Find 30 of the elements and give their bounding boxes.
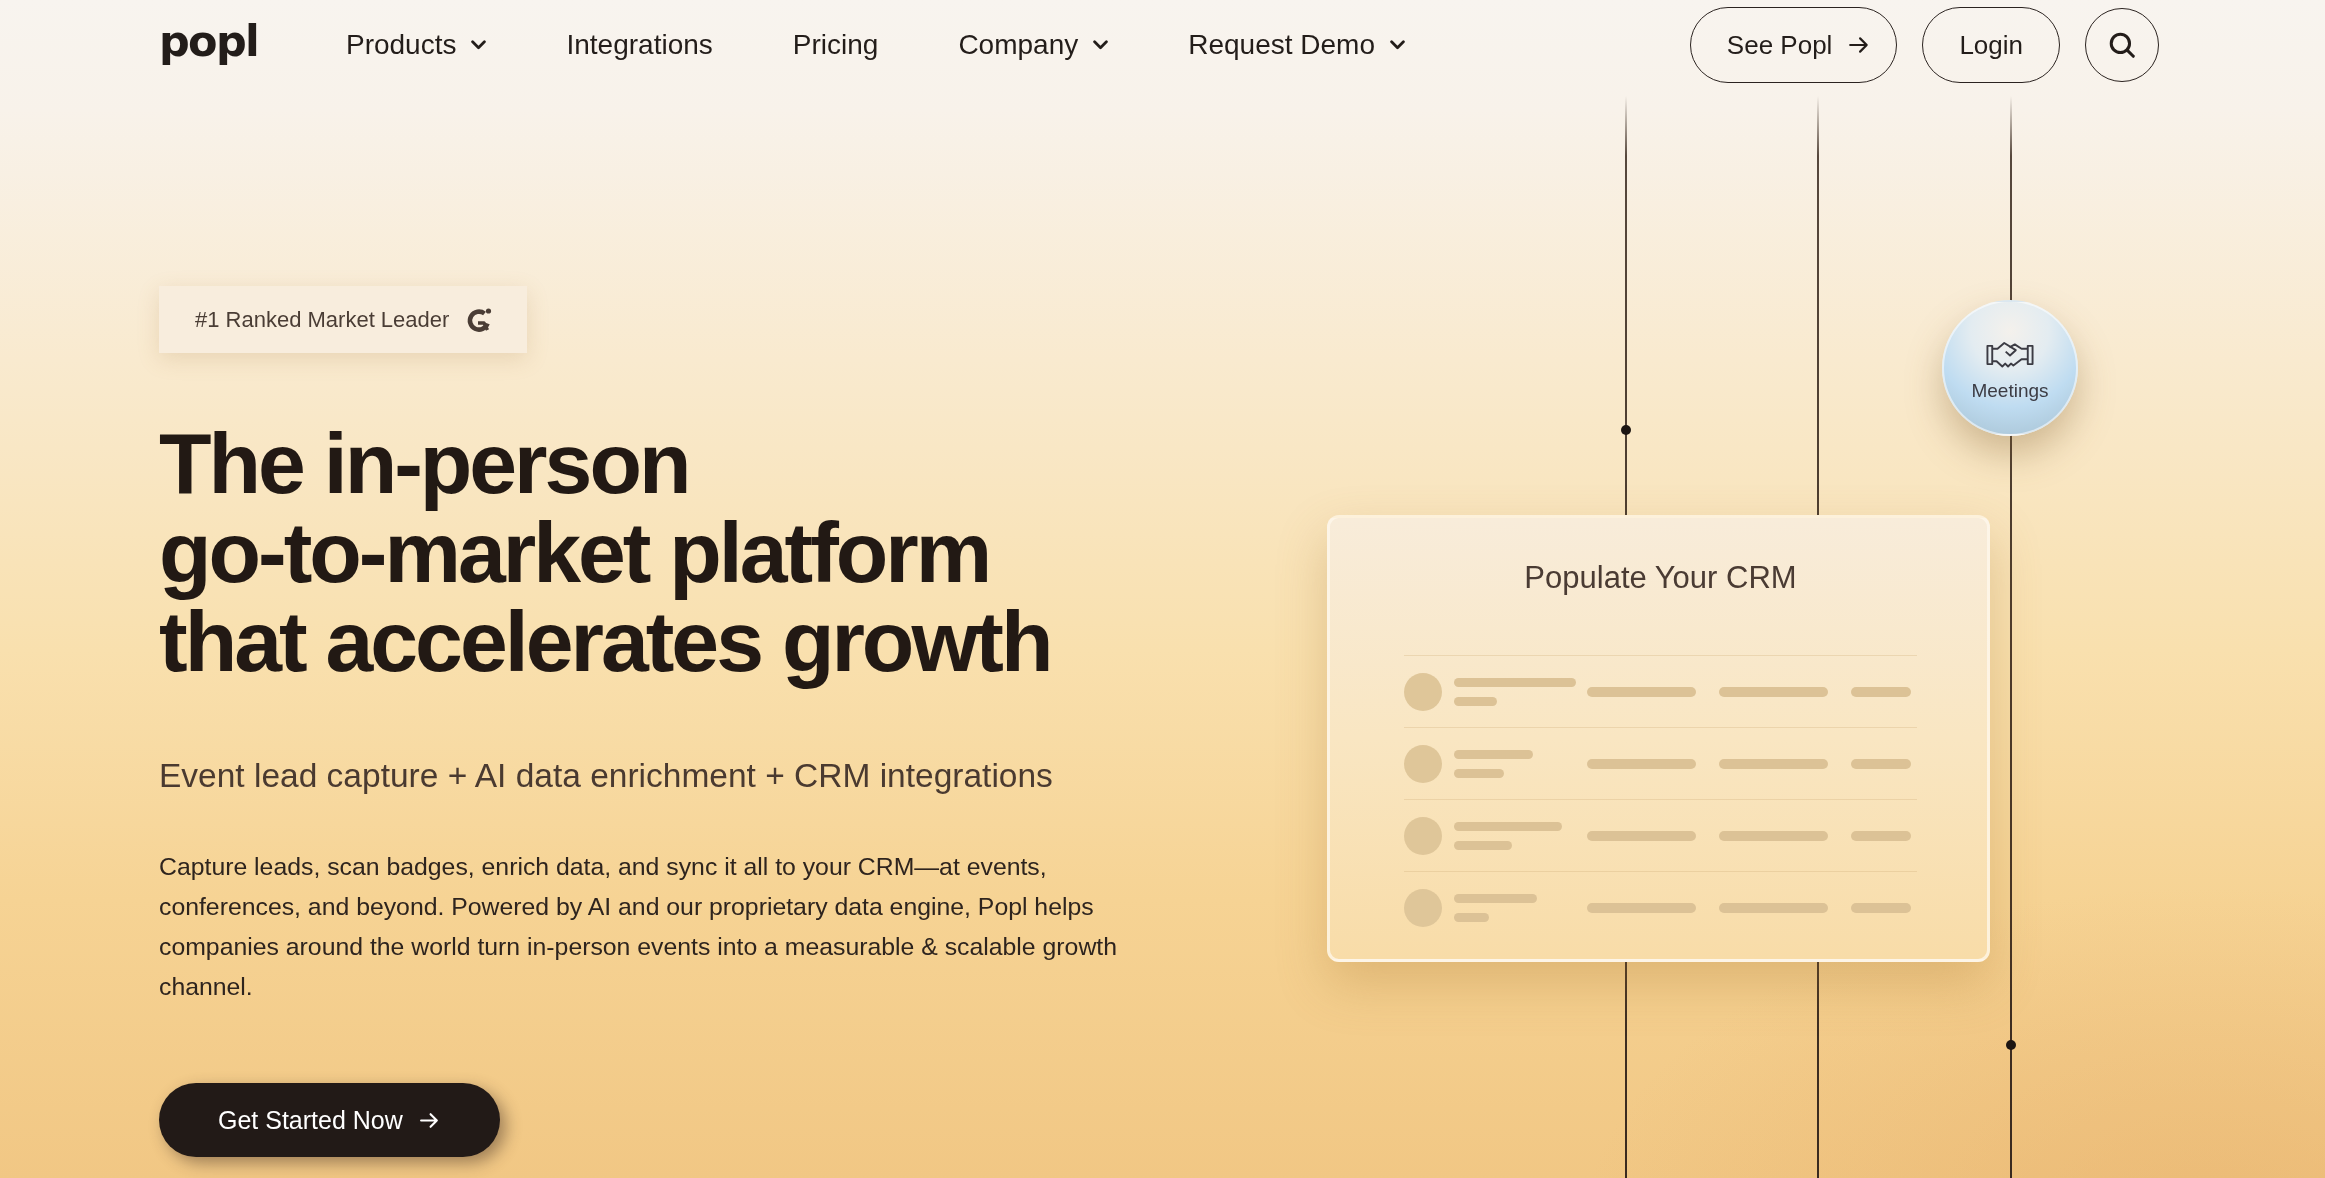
subtitle: Event lead capture + AI data enrichment + CRM integrations [159, 756, 1053, 796]
text-placeholder-bar [1851, 902, 1911, 913]
dot-icon [1621, 425, 1631, 435]
ring-arrow-icon [465, 305, 494, 334]
card-title: Populate Your CRM [1523, 559, 1798, 597]
text-placeholder-bar [1851, 686, 1911, 697]
bubble-label: Meetings [1971, 380, 2049, 402]
text-placeholder-bar [1454, 768, 1504, 778]
handshake-icon [1986, 339, 2034, 370]
description: Capture leads, scan badges, enrich data, and sync it all to your CRM—at events, conferences, and beyond. Powered by AI and our proprietary data engine, Popl helps companies around the world turn in-person events into a measurable & scalable growth channel. [159, 852, 1118, 1002]
get-started-button[interactable]: Get Started Now [159, 1083, 500, 1157]
arrow-icon [1848, 34, 1871, 56]
nav-link[interactable]: Company [958, 29, 1109, 61]
text-placeholder-bar [1851, 758, 1911, 769]
nav-link[interactable]: Request Demo [1188, 29, 1405, 61]
search-icon [2108, 31, 2136, 59]
nav-link[interactable]: Products [345, 29, 487, 61]
text-placeholder-bar [1454, 696, 1497, 706]
badge-label: #1 Ranked Market Leader [195, 306, 450, 333]
avatar-placeholder [1404, 744, 1442, 783]
avatar-placeholder [1404, 816, 1442, 855]
text-placeholder-bar [1851, 830, 1911, 841]
avatar-placeholder [1404, 672, 1442, 711]
text-placeholder-bar [1454, 840, 1512, 850]
nav-link[interactable]: Pricing [792, 29, 879, 61]
avatar-placeholder [1404, 888, 1442, 927]
logo[interactable]: popl [159, 19, 258, 63]
nav-link[interactable]: Integrations [566, 29, 713, 61]
text-placeholder-bar [1454, 912, 1489, 922]
dot-icon [2006, 1040, 2016, 1050]
